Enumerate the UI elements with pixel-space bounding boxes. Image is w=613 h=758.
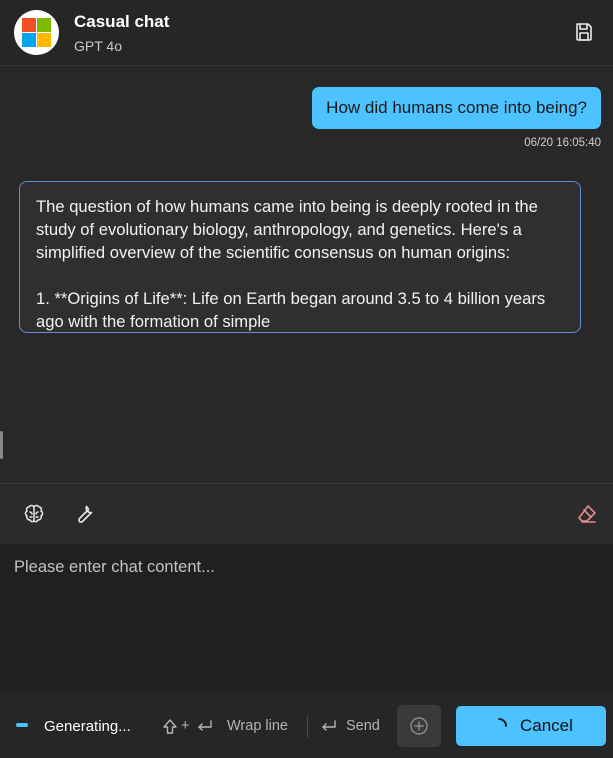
generating-status: Generating... <box>44 718 131 735</box>
chat-header: Casual chat GPT 4o <box>0 0 613 66</box>
wrench-icon <box>78 505 93 523</box>
add-circle-icon <box>410 717 428 735</box>
logo-red-square <box>22 18 36 32</box>
brain-icon <box>24 504 44 523</box>
model-name: GPT 4o <box>74 38 122 54</box>
add-attachment-button[interactable] <box>397 705 441 747</box>
cancel-button-label: Cancel <box>520 716 573 735</box>
enter-key-icon <box>198 720 212 731</box>
enter-key-icon <box>322 720 336 731</box>
generating-indicator <box>16 723 28 727</box>
eraser-icon <box>578 505 596 523</box>
brain-tool-button[interactable] <box>22 502 46 526</box>
microsoft-logo-avatar <box>14 10 59 55</box>
assistant-message-bubble: The question of how humans came into bei… <box>19 181 581 333</box>
send-hint: Send <box>346 718 380 734</box>
logo-blue-square <box>22 33 36 47</box>
scrollbar-handle[interactable] <box>0 431 3 459</box>
shift-key-icon <box>163 719 177 734</box>
wrap-line-hint: Wrap line <box>227 718 288 734</box>
chat-input-field[interactable] <box>0 544 613 692</box>
chat-toolbar <box>0 483 613 544</box>
logo-yellow-square <box>37 33 51 47</box>
save-button[interactable] <box>572 20 596 44</box>
cancel-button[interactable]: Cancel <box>456 706 606 746</box>
user-message-bubble: How did humans come into being? <box>312 87 601 129</box>
chat-messages-area[interactable]: How did humans come into being? 06/20 16… <box>0 66 613 483</box>
footer-divider <box>307 716 308 738</box>
logo-green-square <box>37 18 51 32</box>
clear-chat-button[interactable] <box>575 502 599 526</box>
plus-sign: + <box>181 718 190 734</box>
save-icon <box>576 23 592 41</box>
chat-title: Casual chat <box>74 12 170 31</box>
chat-footer: Generating... + Wrap line Send Cancel <box>0 692 613 758</box>
chat-input-area <box>0 544 613 692</box>
loading-spinner-icon <box>498 718 507 727</box>
message-timestamp: 06/20 16:05:40 <box>524 137 601 149</box>
tools-button[interactable] <box>72 502 96 526</box>
